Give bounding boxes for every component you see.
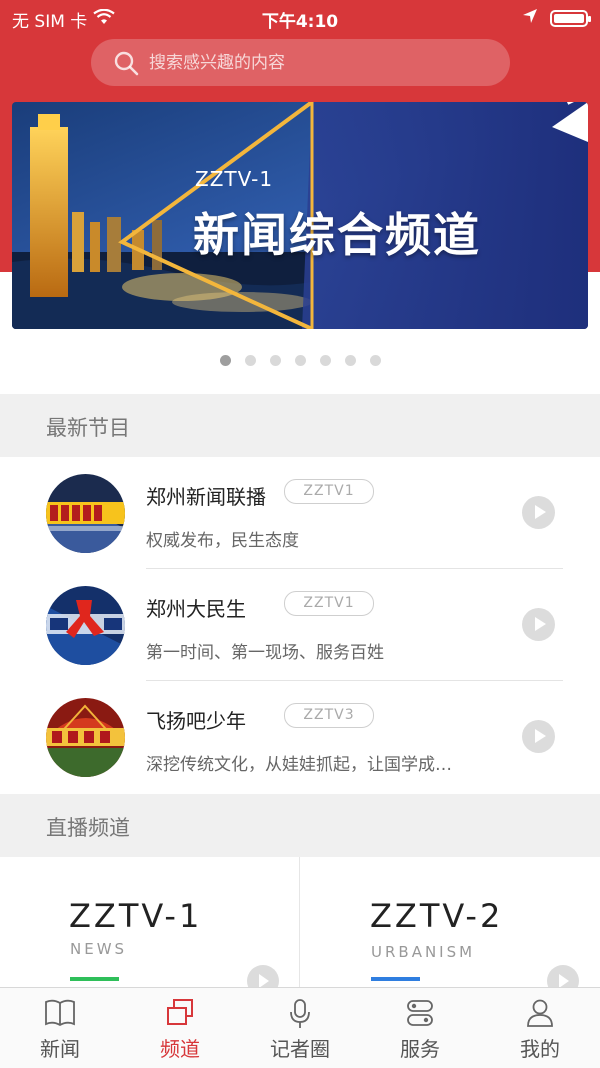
channel-tag: ZZTV1 <box>284 479 374 504</box>
tab-label: 服务 <box>400 1037 440 1061</box>
section-title: 直播频道 <box>46 816 130 840</box>
status-time: 下午4:10 <box>261 12 339 32</box>
banner-carousel[interactable]: ZZTV-1 新闻综合频道 <box>12 102 588 329</box>
program-item[interactable]: 飞扬吧少年 ZZTV3 深挖传统文化，从娃娃抓起，让国学成… <box>0 681 600 793</box>
tab-reporters[interactable]: 记者圈 <box>240 988 360 1068</box>
services-icon <box>407 1000 433 1026</box>
microphone-icon <box>290 999 310 1028</box>
tab-channels[interactable]: 频道 <box>120 988 240 1068</box>
bottom-tab-bar: 新闻 频道 记者圈 服务 我的 <box>0 987 600 1068</box>
feiyang-shaonian-logo <box>46 698 125 777</box>
play-icon[interactable] <box>522 720 555 753</box>
channel-accent-bar <box>371 977 420 981</box>
divider <box>299 857 300 987</box>
tab-label: 新闻 <box>40 1037 80 1061</box>
carousel-pagination <box>0 355 600 366</box>
carousel-dot[interactable] <box>369 355 381 366</box>
search-icon <box>114 51 139 75</box>
latest-programs-header: 最新节目 <box>0 394 600 457</box>
channel-tag: ZZTV1 <box>284 591 374 616</box>
book-icon <box>45 999 75 1027</box>
channel-card-zztv2[interactable]: ZZTV-2 URBANISM <box>301 857 600 997</box>
search-input[interactable] <box>147 51 471 74</box>
program-item[interactable]: 郑州大民生 ZZTV1 第一时间、第一现场、服务百姓 <box>0 569 600 681</box>
live-channel-grid: ZZTV-1 NEWS ZZTV-2 URBANISM <box>0 857 600 997</box>
search-bar[interactable] <box>91 39 510 86</box>
channels-icon <box>167 999 193 1025</box>
carousel-dot[interactable] <box>319 355 331 366</box>
live-channels-header: 直播频道 <box>0 794 600 857</box>
da-minsheng-logo <box>46 586 125 665</box>
tab-label: 频道 <box>160 1037 200 1061</box>
banner-title: 新闻综合频道 <box>193 208 481 262</box>
program-item[interactable]: 郑州新闻联播 ZZTV1 权威发布，民生态度 <box>0 457 600 569</box>
channel-name: ZZTV-2 <box>370 897 504 935</box>
profile-icon <box>527 999 553 1027</box>
carousel-dot[interactable] <box>269 355 281 366</box>
play-icon[interactable] <box>522 608 555 641</box>
channel-category: URBANISM <box>371 943 476 961</box>
carousel-dot[interactable] <box>219 355 231 366</box>
channel-accent-bar <box>70 977 119 981</box>
tab-profile[interactable]: 我的 <box>480 988 600 1068</box>
carousel-dot[interactable] <box>294 355 306 366</box>
channel-tag: ZZTV3 <box>284 703 374 728</box>
tab-services[interactable]: 服务 <box>360 988 480 1068</box>
play-icon[interactable] <box>522 496 555 529</box>
program-title: 郑州新闻联播 <box>146 485 266 509</box>
program-title: 飞扬吧少年 <box>146 709 246 733</box>
program-desc: 深挖传统文化，从娃娃抓起，让国学成… <box>146 755 452 775</box>
battery-icon <box>550 10 591 27</box>
program-title: 郑州大民生 <box>146 597 246 621</box>
location-arrow-icon <box>522 8 538 29</box>
section-title: 最新节目 <box>46 416 130 440</box>
carousel-dot[interactable] <box>344 355 356 366</box>
tab-label: 记者圈 <box>270 1037 330 1061</box>
channel-card-zztv1[interactable]: ZZTV-1 NEWS <box>0 857 299 997</box>
channel-category: NEWS <box>70 940 128 958</box>
status-bar: 无 SIM 卡 下午4:10 <box>0 0 600 36</box>
carousel-dot[interactable] <box>244 355 256 366</box>
program-desc: 第一时间、第一现场、服务百姓 <box>146 643 384 663</box>
tab-label: 我的 <box>520 1037 560 1061</box>
banner-subtitle: ZZTV-1 <box>195 167 274 191</box>
tab-news[interactable]: 新闻 <box>0 988 120 1068</box>
channel-name: ZZTV-1 <box>69 897 203 935</box>
program-desc: 权威发布，民生态度 <box>146 531 299 551</box>
zhengzhou-news-logo <box>46 474 125 553</box>
